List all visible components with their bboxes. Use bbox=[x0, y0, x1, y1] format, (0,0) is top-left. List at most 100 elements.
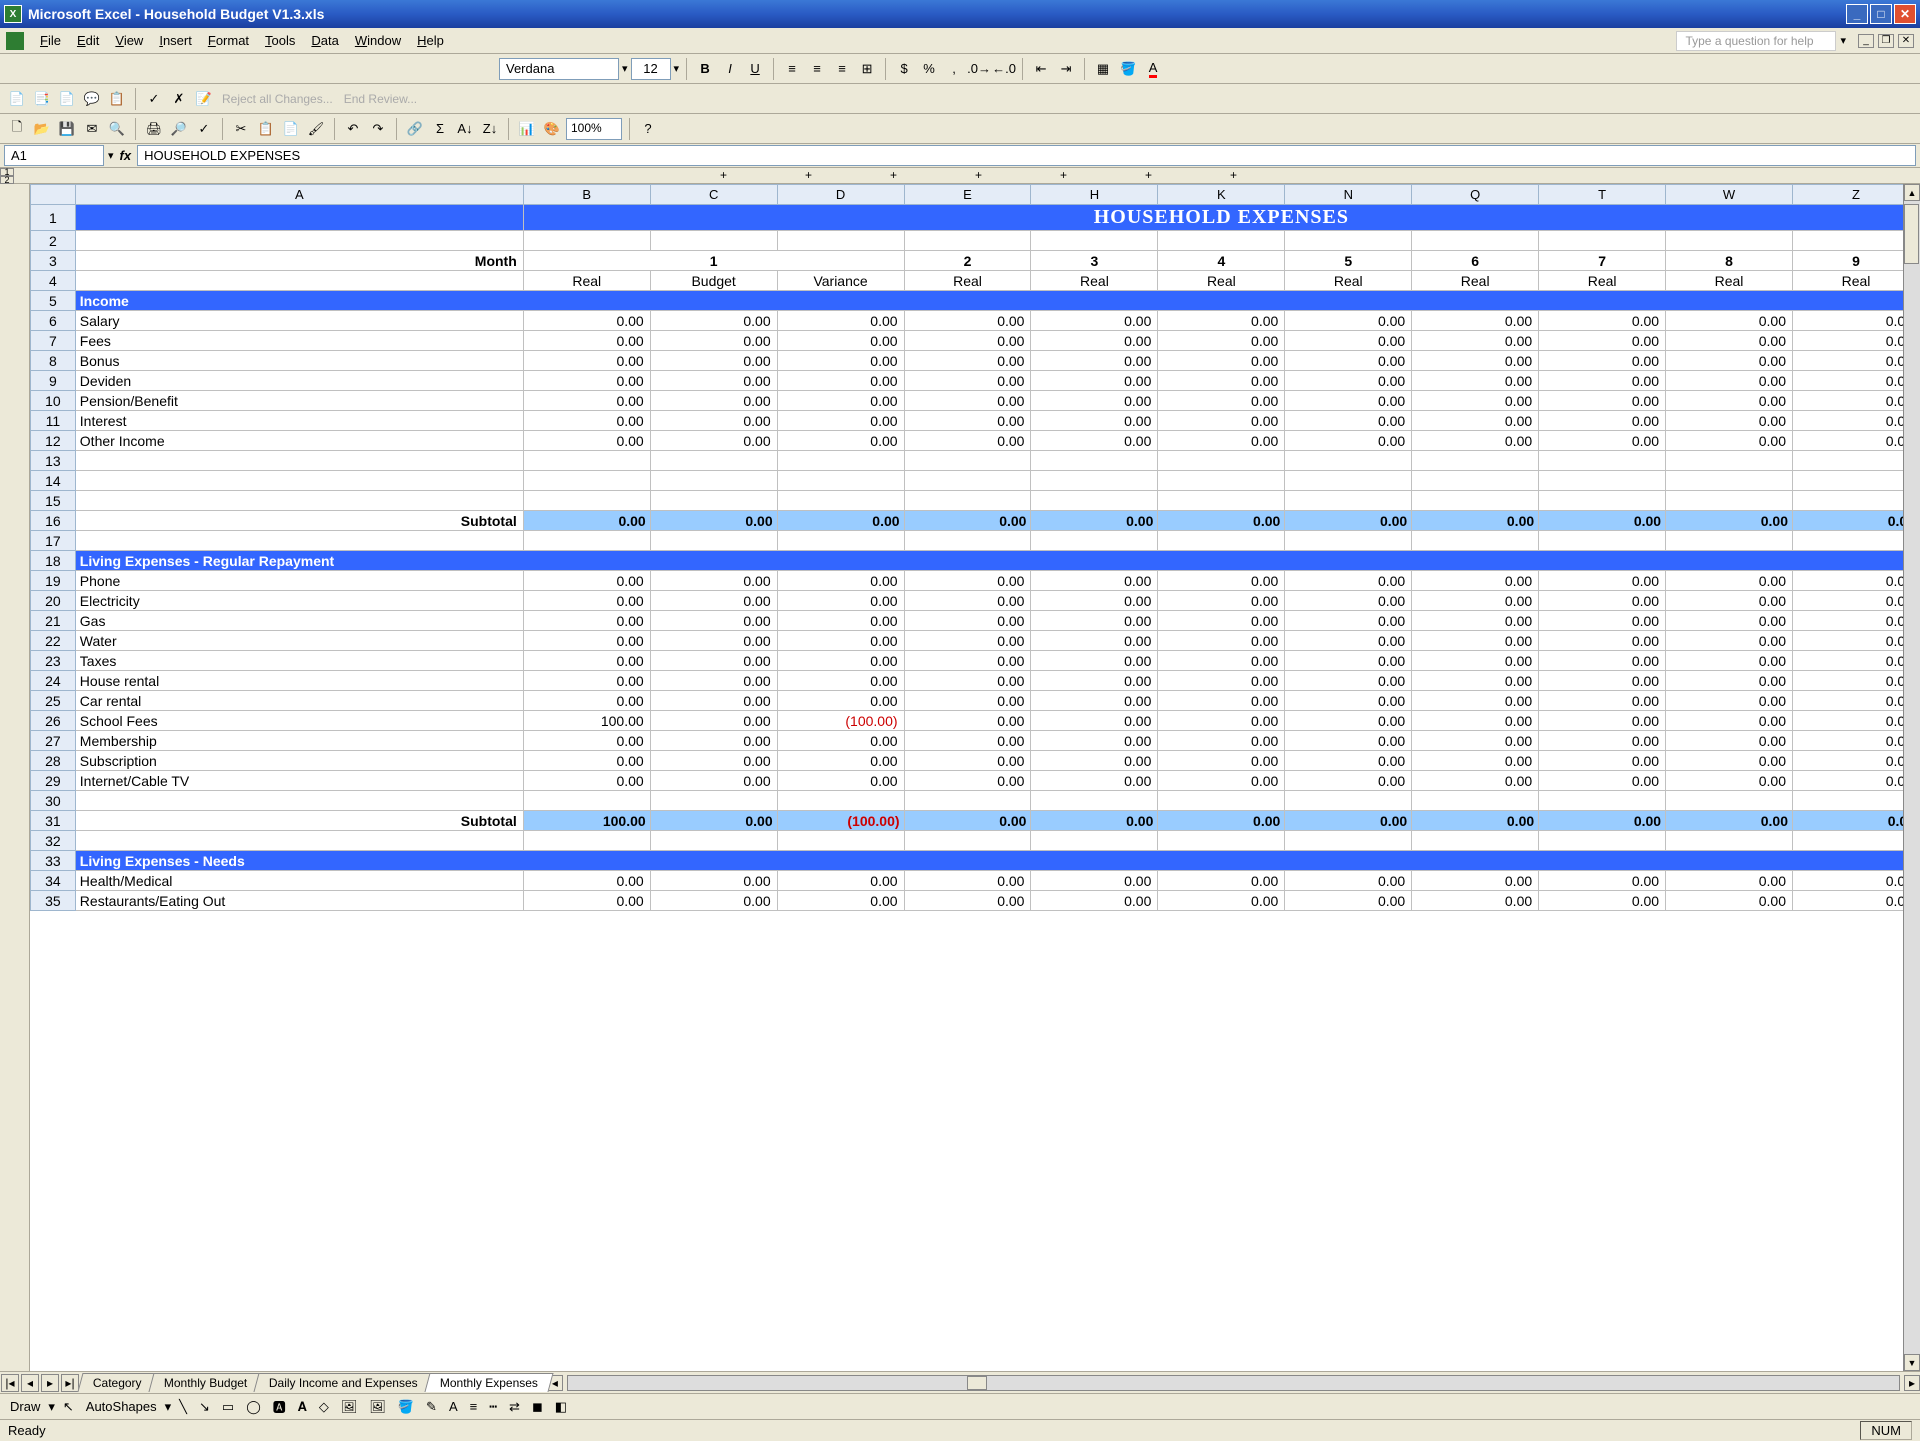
cell[interactable]: 0.00 bbox=[1031, 771, 1158, 791]
cell[interactable]: 0.00 bbox=[1158, 811, 1285, 831]
cell[interactable]: 0.00 bbox=[1666, 431, 1793, 451]
3d-icon[interactable]: ◧ bbox=[551, 1397, 571, 1417]
section-header[interactable]: Income bbox=[75, 291, 1919, 311]
cell[interactable]: 0.00 bbox=[1539, 391, 1666, 411]
cell[interactable] bbox=[1158, 451, 1285, 471]
autoshapes-menu[interactable]: AutoShapes bbox=[82, 1397, 161, 1416]
scroll-down-icon[interactable]: ▼ bbox=[1904, 1354, 1920, 1371]
cell[interactable]: 0.00 bbox=[1285, 891, 1412, 911]
cell[interactable] bbox=[1539, 231, 1666, 251]
cell[interactable]: 0.00 bbox=[1666, 391, 1793, 411]
cell[interactable] bbox=[904, 491, 1031, 511]
cell[interactable]: 0.00 bbox=[1031, 591, 1158, 611]
header-cell[interactable]: 27 bbox=[31, 731, 76, 751]
cell[interactable]: 0.00 bbox=[904, 671, 1031, 691]
cell[interactable]: 0.00 bbox=[1539, 711, 1666, 731]
cell[interactable]: 0.00 bbox=[1412, 311, 1539, 331]
cell[interactable]: 0.00 bbox=[1539, 731, 1666, 751]
menu-view[interactable]: View bbox=[107, 31, 151, 50]
header-cell[interactable]: 23 bbox=[31, 651, 76, 671]
arrow-icon[interactable]: ↘ bbox=[195, 1397, 214, 1417]
cell[interactable]: 0.00 bbox=[523, 331, 650, 351]
bold-button[interactable]: B bbox=[694, 58, 716, 80]
cell[interactable]: 0.00 bbox=[1158, 431, 1285, 451]
cell[interactable]: 0.00 bbox=[650, 411, 777, 431]
header-cell[interactable]: 24 bbox=[31, 671, 76, 691]
cell[interactable]: 0.00 bbox=[523, 691, 650, 711]
cell[interactable]: 0.00 bbox=[904, 571, 1031, 591]
decrease-decimal-button[interactable]: ←.0 bbox=[993, 58, 1015, 80]
cell[interactable]: 0.00 bbox=[1158, 691, 1285, 711]
prev-comment-icon[interactable]: 📑 bbox=[31, 88, 53, 110]
cell[interactable] bbox=[1666, 231, 1793, 251]
cell[interactable]: Real bbox=[904, 271, 1031, 291]
cell[interactable]: Real bbox=[523, 271, 650, 291]
oval-icon[interactable]: ◯ bbox=[242, 1397, 265, 1417]
undo-button[interactable]: ↶ bbox=[342, 118, 364, 140]
cell[interactable]: 0.00 bbox=[650, 891, 777, 911]
cell[interactable]: 0.00 bbox=[1158, 771, 1285, 791]
show-comment-icon[interactable]: 💬 bbox=[81, 88, 103, 110]
cell[interactable]: 0.00 bbox=[1412, 371, 1539, 391]
cell[interactable] bbox=[1285, 831, 1412, 851]
cell[interactable]: 0.00 bbox=[650, 731, 777, 751]
cell[interactable] bbox=[1666, 471, 1793, 491]
doc-restore-button[interactable]: ❐ bbox=[1878, 34, 1894, 48]
header-cell[interactable]: 28 bbox=[31, 751, 76, 771]
header-cell[interactable]: 18 bbox=[31, 551, 76, 571]
cell[interactable]: 5 bbox=[1285, 251, 1412, 271]
cell[interactable]: 0.00 bbox=[1031, 351, 1158, 371]
cell[interactable]: 0.00 bbox=[1792, 591, 1919, 611]
cell[interactable]: Membership bbox=[75, 731, 523, 751]
cell[interactable]: 0.00 bbox=[650, 691, 777, 711]
header-cell[interactable]: Z bbox=[1792, 185, 1919, 205]
cell[interactable]: 0.00 bbox=[650, 771, 777, 791]
cell[interactable]: 0.00 bbox=[1792, 651, 1919, 671]
cell[interactable]: 0.00 bbox=[1031, 871, 1158, 891]
cell[interactable]: 0.00 bbox=[523, 891, 650, 911]
cell[interactable]: Variance bbox=[777, 271, 904, 291]
increase-indent-button[interactable]: ⇥ bbox=[1055, 58, 1077, 80]
cell[interactable]: 0.00 bbox=[1412, 891, 1539, 911]
scroll-up-icon[interactable]: ▲ bbox=[1904, 184, 1920, 201]
cell[interactable] bbox=[777, 451, 904, 471]
diagram-icon[interactable]: ◇ bbox=[315, 1397, 333, 1417]
cell[interactable]: 0.00 bbox=[1285, 311, 1412, 331]
cell[interactable] bbox=[1792, 451, 1919, 471]
shadow-icon[interactable]: ◼ bbox=[528, 1397, 547, 1417]
cell[interactable] bbox=[1666, 531, 1793, 551]
tab-nav-last[interactable]: ▸| bbox=[61, 1374, 79, 1392]
help-search-input[interactable]: Type a question for help bbox=[1676, 31, 1836, 51]
align-left-button[interactable]: ≡ bbox=[781, 58, 803, 80]
cell[interactable] bbox=[523, 471, 650, 491]
cell[interactable]: 0.00 bbox=[1031, 431, 1158, 451]
cell[interactable]: 0.00 bbox=[1285, 571, 1412, 591]
search-button[interactable]: 🔍 bbox=[106, 118, 128, 140]
cell[interactable]: House rental bbox=[75, 671, 523, 691]
cell[interactable]: 0.00 bbox=[1031, 411, 1158, 431]
cell[interactable] bbox=[650, 491, 777, 511]
cell[interactable] bbox=[777, 791, 904, 811]
cell[interactable]: 0.00 bbox=[1666, 331, 1793, 351]
cell[interactable]: 0.00 bbox=[1539, 351, 1666, 371]
outline-expand-icon[interactable]: + bbox=[1145, 168, 1152, 182]
menu-format[interactable]: Format bbox=[200, 31, 257, 50]
cell[interactable]: 0.00 bbox=[1031, 711, 1158, 731]
cell[interactable]: 0.00 bbox=[1666, 671, 1793, 691]
cell[interactable]: 0.00 bbox=[904, 591, 1031, 611]
hyperlink-button[interactable]: 🔗 bbox=[404, 118, 426, 140]
cell[interactable] bbox=[650, 471, 777, 491]
cell[interactable]: Internet/Cable TV bbox=[75, 771, 523, 791]
outline-expand-icon[interactable]: + bbox=[1060, 168, 1067, 182]
cell[interactable]: 0.00 bbox=[904, 631, 1031, 651]
cell[interactable]: Bonus bbox=[75, 351, 523, 371]
header-cell[interactable]: 4 bbox=[31, 271, 76, 291]
cell[interactable] bbox=[1666, 791, 1793, 811]
cell[interactable]: 0.00 bbox=[777, 731, 904, 751]
cell[interactable] bbox=[1539, 451, 1666, 471]
outline-expand-icon[interactable]: + bbox=[975, 168, 982, 182]
cell[interactable]: 0.00 bbox=[1666, 571, 1793, 591]
cell[interactable]: 0.00 bbox=[1285, 371, 1412, 391]
cell[interactable]: School Fees bbox=[75, 711, 523, 731]
cell[interactable]: 0.00 bbox=[1412, 611, 1539, 631]
